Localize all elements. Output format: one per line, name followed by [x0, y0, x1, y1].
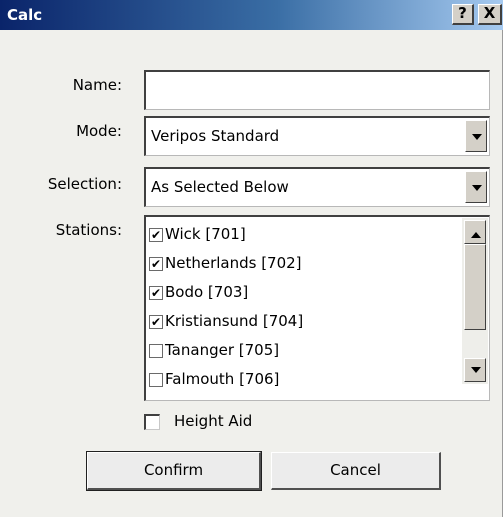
selection-label: Selection:	[47, 175, 122, 193]
station-label: Kristiansund [704]	[165, 312, 304, 330]
scroll-up-button[interactable]	[464, 220, 486, 244]
close-button[interactable]: X	[478, 4, 502, 25]
selection-dropdown-button[interactable]	[465, 171, 487, 203]
checkmark-icon[interactable]: ✔	[149, 315, 163, 329]
cancel-button[interactable]: Cancel	[271, 452, 441, 490]
mode-value: Veripos Standard	[151, 127, 280, 145]
station-label: Tananger [705]	[165, 341, 280, 359]
checkbox-empty-icon[interactable]	[149, 344, 163, 358]
chevron-up-icon	[471, 232, 481, 238]
help-button[interactable]: ?	[452, 4, 474, 25]
mode-label: Mode:	[76, 122, 122, 140]
checkbox-empty-icon[interactable]	[144, 414, 160, 430]
window-title: Calc	[7, 6, 43, 24]
checkmark-icon[interactable]: ✔	[149, 286, 163, 300]
scroll-down-button[interactable]	[464, 358, 486, 382]
checkbox-empty-icon[interactable]	[149, 373, 163, 387]
checkmark-icon[interactable]: ✔	[149, 257, 163, 271]
stations-scrollbar[interactable]	[462, 218, 488, 384]
chevron-down-icon	[471, 367, 481, 373]
selection-select[interactable]: As Selected Below	[144, 167, 490, 207]
stations-list[interactable]: ✔ Wick [701] ✔ Netherlands [702] ✔ Bodo …	[144, 215, 490, 401]
station-label: Bodo [703]	[165, 283, 249, 301]
name-field[interactable]	[144, 70, 490, 110]
checkmark-icon[interactable]: ✔	[149, 228, 163, 242]
chevron-down-icon	[472, 185, 482, 191]
stations-label: Stations:	[55, 221, 122, 239]
station-label: Netherlands [702]	[165, 254, 302, 272]
calc-dialog: Calc ? X Name: Mode: Veripos Standard Se…	[0, 0, 503, 517]
selection-value: As Selected Below	[151, 178, 289, 196]
scrollbar-thumb[interactable]	[464, 244, 486, 330]
station-label: Falmouth [706]	[165, 370, 280, 388]
name-label: Name:	[72, 76, 122, 94]
station-label: Wick [701]	[165, 225, 246, 243]
height-aid-label: Height Aid	[174, 412, 253, 430]
title-bar[interactable]: Calc ? X	[0, 0, 503, 30]
chevron-down-icon	[472, 134, 482, 140]
confirm-button[interactable]: Confirm	[86, 451, 262, 491]
mode-select[interactable]: Veripos Standard	[144, 116, 490, 156]
mode-dropdown-button[interactable]	[465, 120, 487, 152]
